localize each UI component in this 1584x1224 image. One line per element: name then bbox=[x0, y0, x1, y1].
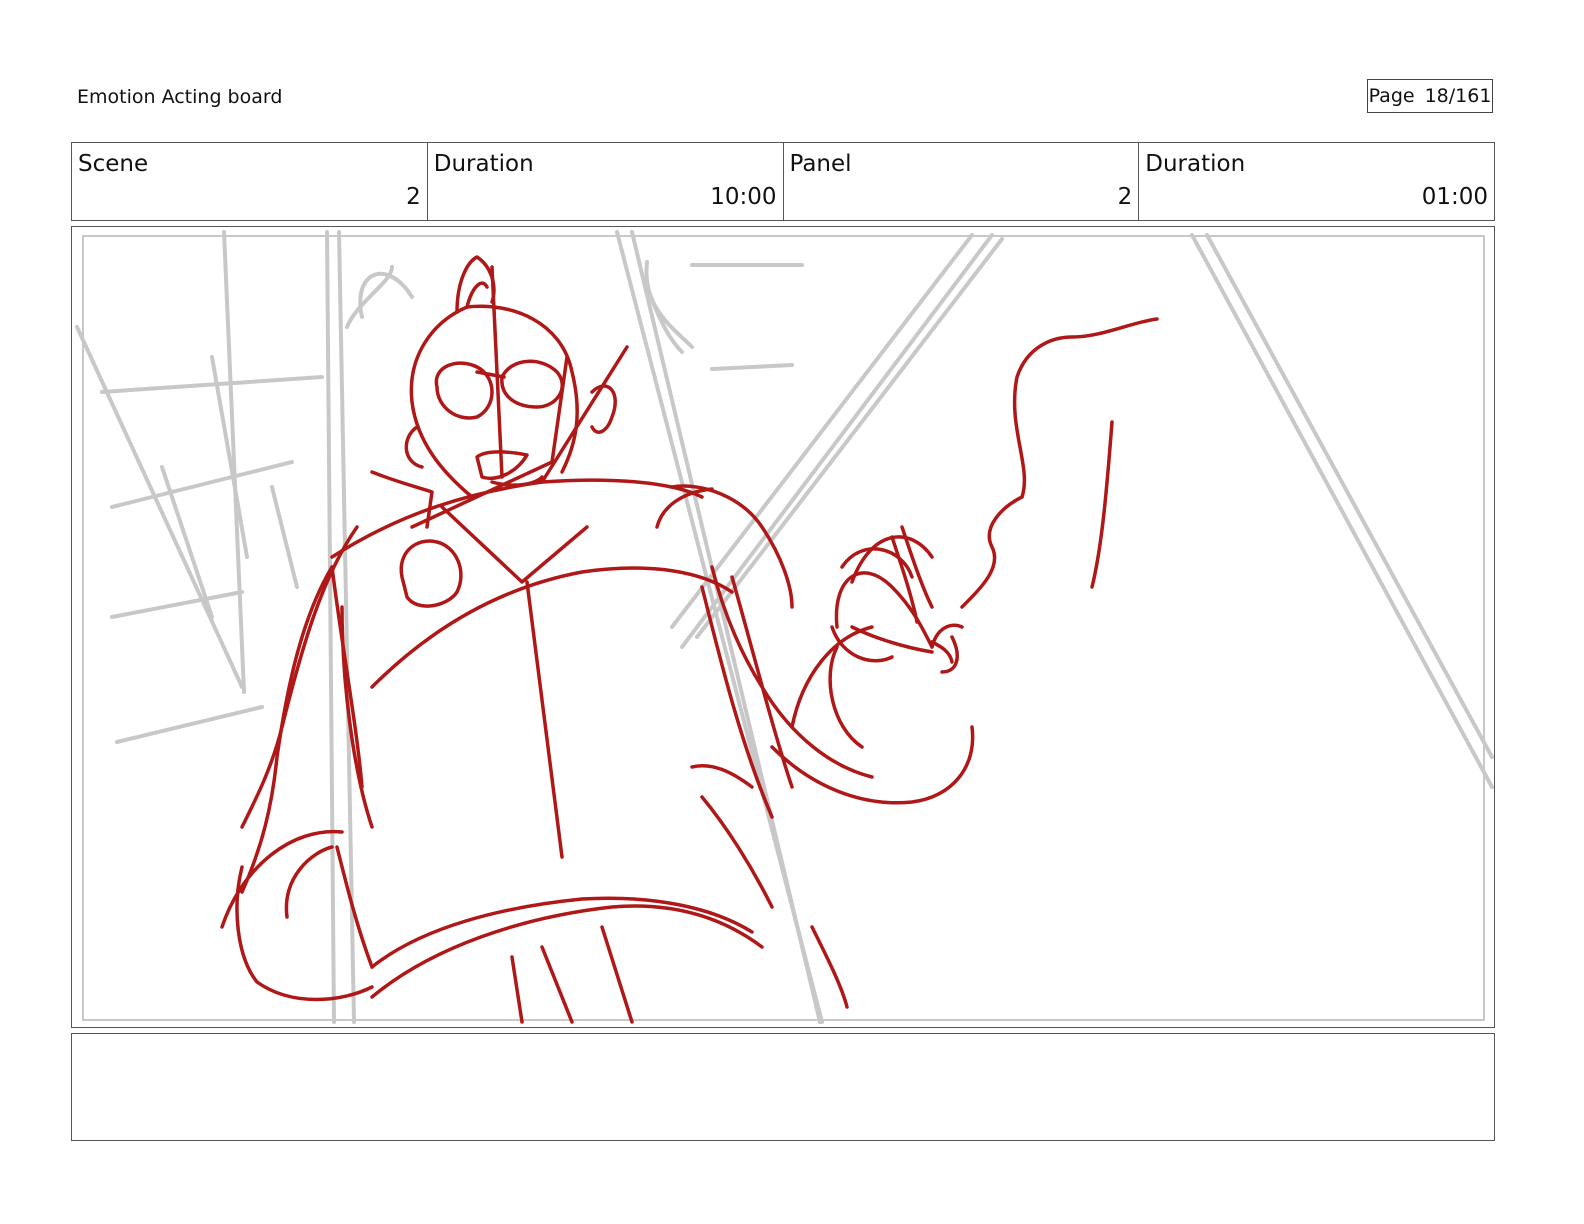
scene-cell: Scene 2 bbox=[72, 143, 428, 220]
scene-duration-value: 10:00 bbox=[710, 184, 777, 210]
scene-duration-cell: Duration 10:00 bbox=[428, 143, 784, 220]
page-label: Page bbox=[1368, 85, 1415, 107]
sketch-drawing bbox=[75, 230, 1494, 1024]
panel-value: 2 bbox=[1117, 184, 1133, 210]
page-number: 18/161 bbox=[1424, 85, 1492, 107]
panel-duration-value: 01:00 bbox=[1421, 184, 1488, 210]
document-title: Emotion Acting board bbox=[77, 86, 283, 108]
panel-duration-label: Duration bbox=[1145, 151, 1246, 177]
panel-duration-cell: Duration 01:00 bbox=[1139, 143, 1494, 220]
notes-box[interactable] bbox=[71, 1033, 1495, 1141]
scene-label: Scene bbox=[78, 151, 149, 177]
info-row: Scene 2 Duration 10:00 Panel 2 Duration … bbox=[71, 142, 1495, 221]
scene-duration-label: Duration bbox=[433, 151, 534, 177]
panel-cell: Panel 2 bbox=[784, 143, 1140, 220]
scene-value: 2 bbox=[406, 184, 421, 210]
page-indicator: Page 18/161 bbox=[1367, 79, 1493, 113]
storyboard-panel bbox=[71, 226, 1495, 1028]
background-rough-lines bbox=[75, 230, 1494, 1024]
panel-label: Panel bbox=[789, 151, 852, 177]
